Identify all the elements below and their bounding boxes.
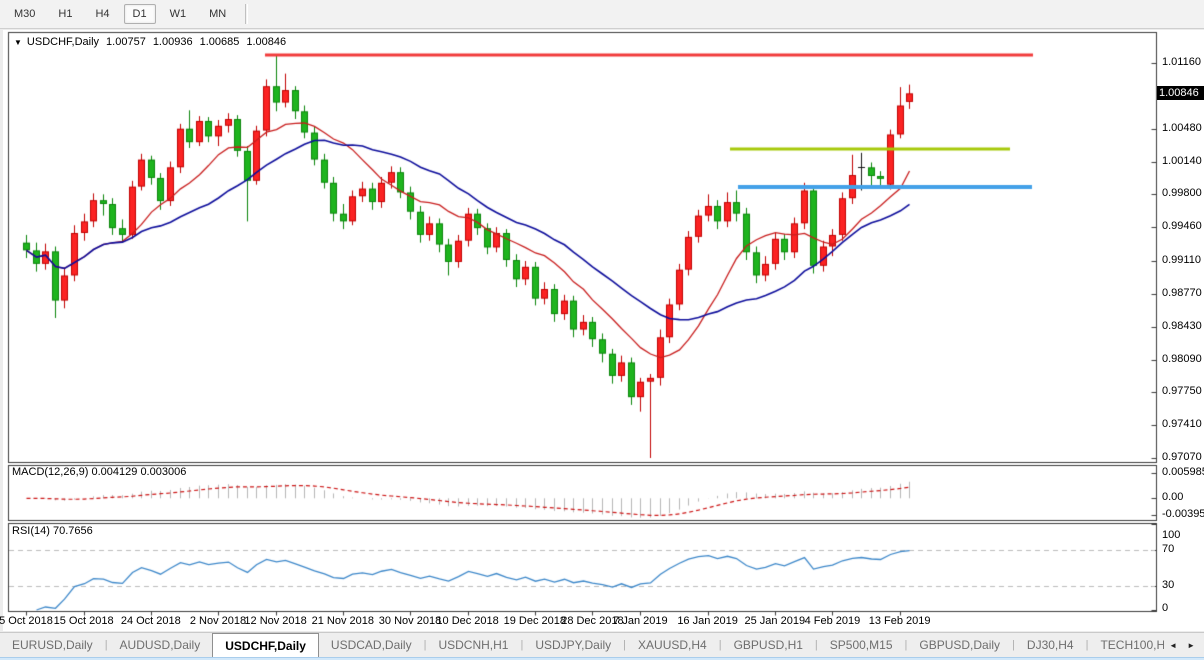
tab-tech100-h1[interactable]: TECH100,H1 bbox=[1088, 633, 1164, 657]
timeframe-button-H1[interactable]: H1 bbox=[49, 4, 81, 24]
trading-app-window: M30 H1 H4 D1 W1 MN ▼ USDCHF,Daily 1.00757 1.0093… bbox=[0, 0, 1204, 660]
tab-eurusd-daily[interactable]: EURUSD,Daily bbox=[0, 633, 105, 657]
tab-scroll-right-icon[interactable]: ► bbox=[1182, 638, 1200, 653]
tab-scroll-arrows: ◄ ► bbox=[1164, 633, 1204, 657]
tab-xauusd-h4[interactable]: XAUUSD,H4 bbox=[626, 633, 719, 657]
tab-usdcnh-h1[interactable]: USDCNH,H1 bbox=[426, 633, 520, 657]
tab-scroll-left-icon[interactable]: ◄ bbox=[1164, 638, 1182, 653]
timeframe-button-W1[interactable]: W1 bbox=[161, 4, 196, 24]
timeframe-button-M30[interactable]: M30 bbox=[5, 4, 44, 24]
tab-sp500-m15[interactable]: SP500,M15 bbox=[818, 633, 905, 657]
symbol-tab-bar: EURUSD,Daily | AUDUSD,Daily USDCHF,Daily USD… bbox=[0, 632, 1204, 657]
timeframe-button-H4[interactable]: H4 bbox=[86, 4, 118, 24]
symbol-tabs: EURUSD,Daily | AUDUSD,Daily USDCHF,Daily USD… bbox=[0, 633, 1164, 657]
timeframe-button-MN[interactable]: MN bbox=[200, 4, 235, 24]
tab-usdchf-daily[interactable]: USDCHF,Daily bbox=[212, 633, 319, 657]
tab-dj30-h4[interactable]: DJ30,H4 bbox=[1015, 633, 1086, 657]
tab-gbpusd-h1[interactable]: GBPUSD,H1 bbox=[722, 633, 815, 657]
tab-audusd-daily[interactable]: AUDUSD,Daily bbox=[108, 633, 213, 657]
tab-gbpusd-daily[interactable]: GBPUSD,Daily bbox=[907, 633, 1012, 657]
timeframe-button-D1[interactable]: D1 bbox=[123, 4, 156, 24]
toolbar-separator bbox=[245, 4, 249, 24]
tab-usdjpy-daily[interactable]: USDJPY,Daily bbox=[523, 633, 623, 657]
price-chart-canvas[interactable] bbox=[0, 0, 1204, 660]
tab-usdcad-daily[interactable]: USDCAD,Daily bbox=[319, 633, 424, 657]
timeframe-toolbar: M30 H1 H4 D1 W1 MN bbox=[0, 0, 1204, 29]
